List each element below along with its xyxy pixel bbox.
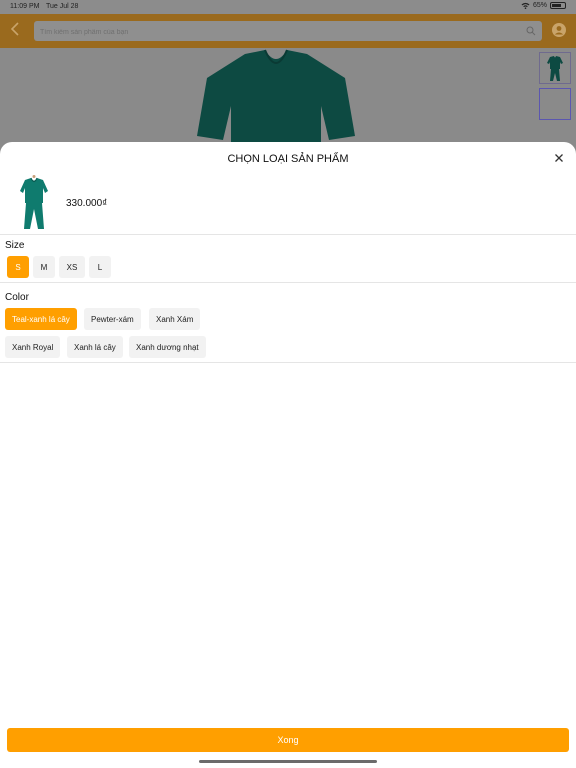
battery-percent: 65%: [532, 2, 547, 9]
product-thumbnail-2[interactable]: [539, 88, 571, 120]
product-background: [0, 48, 576, 148]
size-label: Size: [5, 240, 25, 251]
status-time: 11:09 PM: [10, 3, 40, 10]
color-option-pewter[interactable]: Pewter-xám: [84, 308, 141, 330]
divider: [0, 282, 576, 283]
color-option-teal[interactable]: Teal-xanh lá cây: [5, 308, 77, 330]
sheet-title: CHỌN LOẠI SẢN PHẨM: [227, 153, 349, 165]
color-option-xanh-duong-nhat[interactable]: Xanh dương nhạt: [129, 336, 206, 358]
app-header: [0, 14, 576, 48]
size-option-s[interactable]: S: [7, 256, 29, 278]
variant-selector-sheet: CHỌN LOẠI SẢN PHẨM 330.000₫ Size S M XS …: [0, 142, 576, 768]
wifi-icon: [521, 2, 530, 9]
search-input[interactable]: [34, 22, 542, 43]
product-image: [20, 175, 48, 229]
selected-product-summary: 330.000₫: [0, 172, 576, 234]
person-icon: [554, 26, 564, 35]
status-date: Tue Jul 28: [46, 3, 79, 10]
search-bar[interactable]: [34, 21, 542, 43]
product-thumbnail-1[interactable]: [539, 52, 571, 84]
size-option-m[interactable]: M: [33, 256, 55, 278]
scrub-thumbnail-icon: [547, 56, 563, 81]
product-price: 330.000₫: [66, 198, 108, 209]
status-bar: 11:09 PM Tue Jul 28 65%: [0, 0, 576, 14]
battery-icon: [550, 2, 566, 9]
size-option-xs[interactable]: XS: [59, 256, 85, 278]
chevron-left-icon: [10, 22, 19, 36]
size-option-l[interactable]: L: [89, 256, 111, 278]
color-option-xanh-royal[interactable]: Xanh Royal: [5, 336, 61, 358]
back-button[interactable]: [10, 22, 26, 40]
color-label: Color: [5, 292, 29, 303]
search-icon[interactable]: [526, 26, 536, 36]
product-hero-image: [197, 49, 355, 148]
done-button[interactable]: Xong: [7, 728, 569, 752]
close-icon[interactable]: [552, 151, 566, 165]
profile-icon[interactable]: [552, 23, 566, 37]
status-right: 65%: [521, 2, 566, 9]
home-indicator: [199, 760, 377, 763]
color-option-xanh-la-cay[interactable]: Xanh lá cây: [67, 336, 123, 358]
color-option-xanh-xam[interactable]: Xanh Xám: [149, 308, 201, 330]
divider: [0, 362, 576, 363]
divider: [0, 234, 576, 235]
